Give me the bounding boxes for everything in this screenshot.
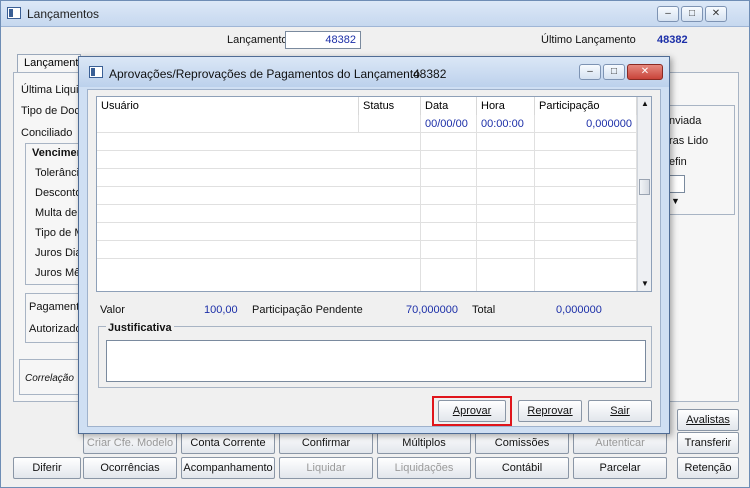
lido-label: ras Lido [669, 135, 709, 147]
table-row-empty [97, 241, 637, 259]
col-participacao[interactable]: Participação [535, 97, 637, 115]
dialog-body: Usuário Status Data Hora Participação 00… [87, 89, 661, 427]
aprovar-button[interactable]: Aprovar [438, 400, 506, 422]
dialog-close-icon[interactable]: ✕ [627, 64, 663, 80]
table-row[interactable]: 00/00/00 00:00:00 0,000000 [97, 115, 637, 133]
pendente-value: 70,000000 [406, 304, 458, 316]
desconto-label: Desconto [35, 187, 82, 199]
col-usuario[interactable]: Usuário [97, 97, 359, 115]
col-data[interactable]: Data [421, 97, 477, 115]
table-row-empty [97, 187, 637, 205]
main-titlebar: Lançamentos – □ ✕ [1, 1, 749, 27]
dialog-icon [89, 66, 103, 78]
col-status[interactable]: Status [359, 97, 421, 115]
total-value: 0,000000 [556, 304, 602, 316]
comissoes-button[interactable]: Comissões [475, 432, 569, 454]
table-row-empty [97, 151, 637, 169]
diferir-button[interactable]: Diferir [13, 457, 81, 479]
cell-usuario [97, 115, 359, 133]
pagamento-label: Pagamento [29, 301, 86, 313]
sair-label: Sair [610, 405, 630, 417]
conta-corrente-button[interactable]: Conta Corrente [181, 432, 275, 454]
dialog-maximize-icon[interactable]: □ [603, 64, 625, 80]
close-icon[interactable]: ✕ [705, 6, 727, 22]
window-title: Lançamentos [27, 7, 100, 21]
maximize-icon[interactable]: □ [681, 6, 703, 22]
scroll-thumb[interactable] [639, 179, 650, 195]
table-row-empty [97, 169, 637, 187]
dialog-minimize-icon[interactable]: – [579, 64, 601, 80]
table-row-empty [97, 205, 637, 223]
efin-label: efin [669, 156, 687, 168]
autenticar-button[interactable]: Autenticar [573, 432, 667, 454]
valor-label: Valor [100, 304, 125, 316]
ultima-liquidacao-label: Última Liquid [21, 84, 85, 96]
approvals-table[interactable]: Usuário Status Data Hora Participação 00… [96, 96, 652, 292]
cell-hora: 00:00:00 [477, 115, 535, 133]
vencimento-label: Vencimen [32, 147, 84, 159]
scroll-up-icon[interactable]: ▲ [641, 99, 649, 108]
lancamento-label: Lançamento [227, 34, 288, 46]
avalistas-button[interactable]: Avalistas [677, 409, 739, 431]
lancamento-field[interactable]: 48382 [285, 31, 361, 49]
confirmar-button[interactable]: Confirmar [279, 432, 373, 454]
avalistas-label: Avalistas [686, 414, 730, 426]
app-icon [7, 7, 21, 19]
cell-data: 00/00/00 [421, 115, 477, 133]
liquidacoes-button[interactable]: Liquidações [377, 457, 471, 479]
acompanhamento-button[interactable]: Acompanhamento [181, 457, 275, 479]
multa-label: Multa de [35, 207, 78, 219]
tipo-mora-label: Tipo de M [35, 227, 84, 239]
justificativa-label: Justificativa [106, 322, 174, 334]
aprovar-label: Aprovar [452, 405, 492, 417]
tab-lancamento[interactable]: Lançamento [17, 54, 85, 72]
cell-status [359, 115, 421, 133]
juros-dia-label: Juros Dia [35, 247, 82, 259]
transferir-button[interactable]: Transferir [677, 432, 739, 454]
approvals-dialog: Aprovações/Reprovações de Pagamentos do … [78, 56, 670, 434]
criar-modelo-button[interactable]: Criar Cfe. Modelo [83, 432, 177, 454]
dropdown-arrow-icon[interactable]: ▼ [671, 196, 680, 206]
sair-button[interactable]: Sair [588, 400, 652, 422]
autorizado-label: Autorizado [29, 323, 82, 335]
liquidar-button[interactable]: Liquidar [279, 457, 373, 479]
parcelar-button[interactable]: Parcelar [573, 457, 667, 479]
table-row-empty [97, 133, 637, 151]
dialog-title-number: 48382 [413, 67, 447, 81]
minimize-icon[interactable]: – [657, 6, 679, 22]
conciliado-label: Conciliado [21, 127, 73, 139]
dialog-titlebar: Aprovações/Reprovações de Pagamentos do … [79, 57, 669, 87]
justificativa-input[interactable] [106, 340, 646, 382]
tipo-documento-label: Tipo de Docu [21, 105, 87, 117]
cell-participacao: 0,000000 [535, 115, 637, 133]
ultimo-lancamento-label: Último Lançamento [541, 34, 636, 46]
ultimo-lancamento-value: 48382 [657, 34, 688, 46]
correlacao-label: Correlação [25, 373, 74, 384]
reprovar-button[interactable]: Reprovar [518, 400, 582, 422]
contabil-button[interactable]: Contábil [475, 457, 569, 479]
col-hora[interactable]: Hora [477, 97, 535, 115]
table-row-empty [97, 223, 637, 241]
scroll-down-icon[interactable]: ▼ [641, 279, 649, 288]
ocorrencias-button[interactable]: Ocorrências [83, 457, 177, 479]
table-row-empty [97, 259, 637, 291]
enviada-label: nviada [669, 115, 702, 127]
multiplos-button[interactable]: Múltiplos [377, 432, 471, 454]
right-field[interactable] [669, 175, 685, 193]
dialog-title: Aprovações/Reprovações de Pagamentos do … [109, 67, 420, 81]
reprovar-label: Reprovar [527, 405, 573, 417]
table-scrollbar[interactable]: ▲ ▼ [637, 97, 651, 291]
total-label: Total [472, 304, 496, 316]
retencao-button[interactable]: Retenção [677, 457, 739, 479]
pendente-label: Participação Pendente [252, 304, 363, 316]
valor-value: 100,00 [204, 304, 238, 316]
